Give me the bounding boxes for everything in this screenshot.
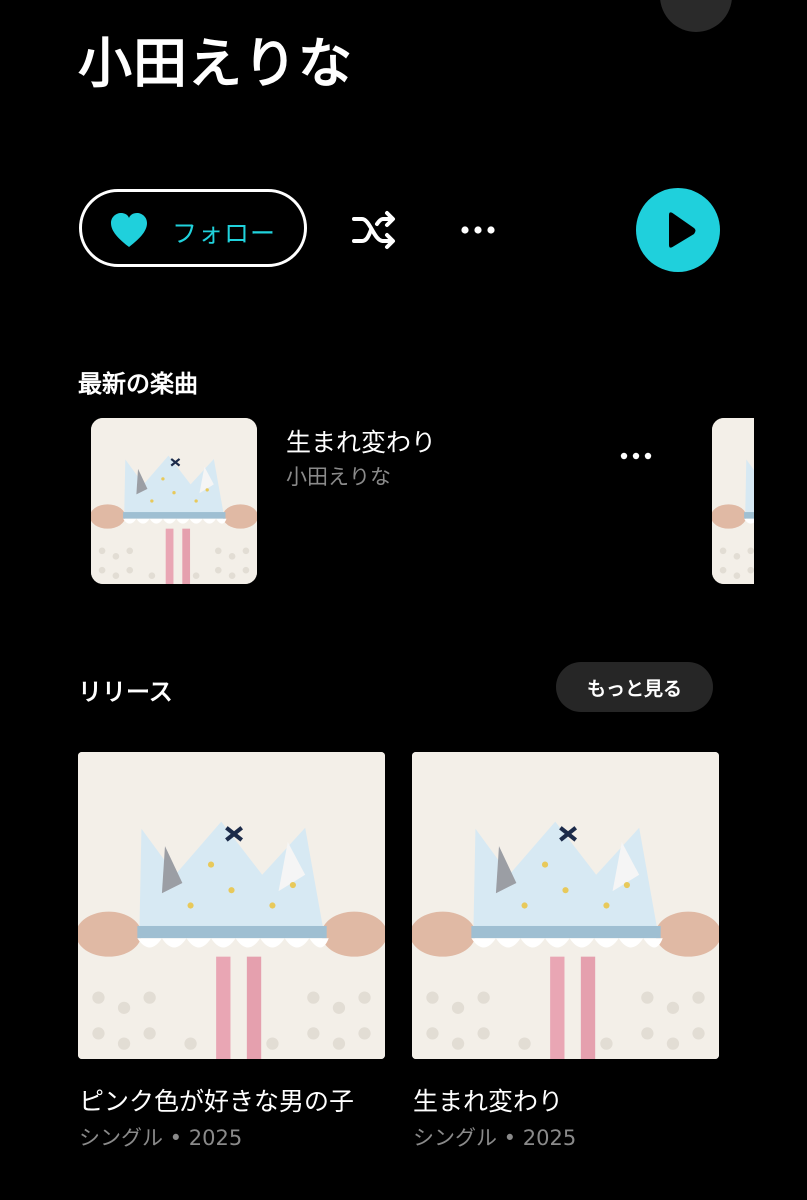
top-overlay-button[interactable] [660, 0, 732, 32]
song-artist: 小田えりな [286, 465, 391, 489]
release-card[interactable]: ピンク色が好きな男の子 シングル • 2025 [78, 752, 386, 1150]
latest-song-row[interactable]: 生まれ変わり 小田えりな [0, 415, 807, 590]
more-horizontal-icon[interactable] [455, 215, 501, 245]
releases-section-title: リリース [78, 678, 173, 706]
release-artwork [78, 752, 385, 1059]
release-title: 生まれ変わり [413, 1087, 564, 1116]
artist-name: 小田えりな [78, 32, 353, 95]
see-more-button[interactable]: もっと見る [556, 662, 713, 712]
release-artwork [412, 752, 719, 1059]
next-song-artwork[interactable] [712, 418, 754, 584]
play-icon [669, 212, 696, 248]
release-card[interactable]: 生まれ変わり シングル • 2025 [412, 752, 720, 1150]
latest-section-title: 最新の楽曲 [78, 370, 198, 398]
shuffle-icon[interactable] [350, 210, 398, 250]
follow-button[interactable]: フォロー [79, 189, 307, 267]
follow-label: フォロー [172, 219, 277, 248]
release-meta: シングル • 2025 [413, 1126, 577, 1150]
song-more-icon[interactable] [616, 443, 656, 469]
play-button[interactable] [636, 188, 720, 272]
artist-page: 小田えりな フォロー 最新の楽曲 生まれ変わり 小田えりな リリース もっと見る… [0, 0, 807, 1200]
heart-icon [111, 213, 147, 247]
song-artwork [91, 418, 257, 584]
song-title: 生まれ変わり [286, 428, 437, 457]
release-meta: シングル • 2025 [79, 1126, 243, 1150]
release-title: ピンク色が好きな男の子 [79, 1087, 355, 1116]
